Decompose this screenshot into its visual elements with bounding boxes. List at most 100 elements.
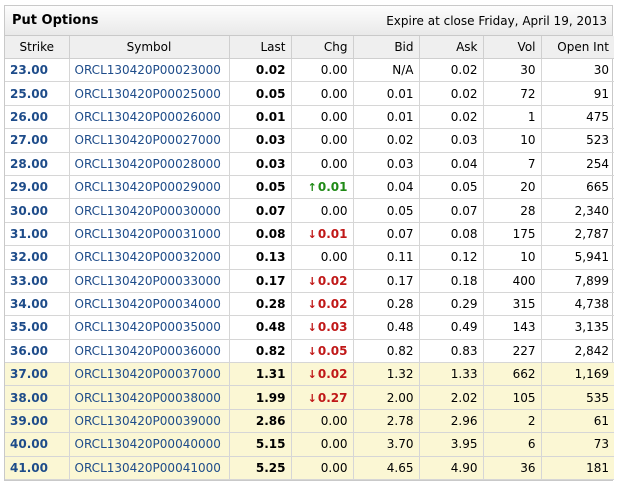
last-price: 0.13 — [228, 245, 292, 270]
symbol-link[interactable]: ORCL130420P00025000 — [68, 81, 230, 106]
open-interest: 91 — [540, 81, 614, 106]
price-change: 0.00 — [290, 57, 354, 83]
column-header-strike[interactable]: Strike — [5, 36, 70, 59]
price-change-value: 0.00 — [320, 133, 348, 148]
strike-link[interactable]: 25.00 — [5, 81, 70, 106]
strike-link[interactable]: 35.00 — [5, 315, 70, 340]
ask-price: 0.12 — [418, 245, 484, 270]
table-row: 35.00 ORCL130420P00035000 0.48 ↓0.03 0.48 0.4… — [5, 315, 614, 340]
strike-link[interactable]: 37.00 — [5, 362, 70, 387]
strike-link[interactable]: 27.00 — [5, 128, 70, 153]
symbol-link[interactable]: ORCL130420P00038000 — [68, 385, 230, 410]
strike-link[interactable]: 26.00 — [5, 104, 70, 130]
ask-price: 0.02 — [418, 81, 484, 106]
strike-link[interactable]: 40.00 — [5, 432, 70, 457]
column-header-last[interactable]: Last — [228, 36, 292, 59]
price-change: ↓0.05 — [290, 338, 354, 364]
symbol-link[interactable]: ORCL130420P00039000 — [68, 408, 230, 434]
table-row: 29.00 ORCL130420P00029000 0.05 ↑0.01 0.04 0.0… — [5, 174, 614, 200]
price-change: 0.00 — [290, 245, 354, 270]
price-change-value: 0.00 — [320, 203, 348, 218]
ask-price: 4.90 — [418, 455, 484, 481]
strike-link[interactable]: 29.00 — [5, 174, 70, 200]
ask-price: 0.05 — [418, 174, 484, 200]
column-header-chg[interactable]: Chg — [290, 36, 354, 59]
column-header-vol[interactable]: Vol — [482, 36, 542, 59]
bid-price: 0.28 — [352, 291, 420, 317]
bid-price: 0.11 — [352, 245, 420, 270]
last-price: 2.86 — [228, 408, 292, 434]
bid-price: 0.04 — [352, 174, 420, 200]
table-row: 27.00 ORCL130420P00027000 0.03 0.00 0.02 0.03… — [5, 128, 614, 153]
symbol-link[interactable]: ORCL130420P00023000 — [68, 57, 230, 83]
table-row: 28.00 ORCL130420P00028000 0.03 0.00 0.03 0.04… — [5, 151, 614, 176]
symbol-link[interactable]: ORCL130420P00041000 — [68, 455, 230, 481]
strike-link[interactable]: 34.00 — [5, 291, 70, 317]
bid-price: 0.82 — [352, 338, 420, 364]
price-change-value: 0.00 — [320, 250, 348, 265]
strike-link[interactable]: 33.00 — [5, 268, 70, 293]
column-header-open-int[interactable]: Open Int — [540, 36, 614, 59]
volume: 20 — [482, 174, 542, 200]
symbol-link[interactable]: ORCL130420P00027000 — [68, 128, 230, 153]
symbol-link[interactable]: ORCL130420P00028000 — [68, 151, 230, 176]
bid-price: 0.02 — [352, 128, 420, 153]
column-header-bid[interactable]: Bid — [352, 36, 420, 59]
last-price: 1.31 — [228, 362, 292, 387]
open-interest: 2,340 — [540, 198, 614, 223]
strike-link[interactable]: 28.00 — [5, 151, 70, 176]
strike-link[interactable]: 30.00 — [5, 198, 70, 223]
bid-price: N/A — [352, 57, 420, 83]
down-arrow-icon: ↓ — [307, 274, 317, 288]
bid-price: 1.32 — [352, 362, 420, 387]
column-header-ask[interactable]: Ask — [418, 36, 484, 59]
ask-price: 1.33 — [418, 362, 484, 387]
symbol-link[interactable]: ORCL130420P00029000 — [68, 174, 230, 200]
open-interest: 2,842 — [540, 338, 614, 364]
down-arrow-icon: ↓ — [307, 344, 317, 358]
down-arrow-icon: ↓ — [307, 368, 317, 382]
symbol-link[interactable]: ORCL130420P00034000 — [68, 291, 230, 317]
last-price: 0.01 — [228, 104, 292, 130]
symbol-link[interactable]: ORCL130420P00031000 — [68, 221, 230, 247]
column-header-symbol[interactable]: Symbol — [68, 36, 230, 59]
strike-link[interactable]: 36.00 — [5, 338, 70, 364]
symbol-link[interactable]: ORCL130420P00033000 — [68, 268, 230, 293]
price-change: ↓0.03 — [290, 315, 354, 340]
symbol-link[interactable]: ORCL130420P00032000 — [68, 245, 230, 270]
table-row: 40.00 ORCL130420P00040000 5.15 0.00 3.70 3.95… — [5, 432, 614, 457]
volume: 10 — [482, 128, 542, 153]
symbol-link[interactable]: ORCL130420P00026000 — [68, 104, 230, 130]
price-change: 0.00 — [290, 432, 354, 457]
symbol-link[interactable]: ORCL130420P00035000 — [68, 315, 230, 340]
table-row: 33.00 ORCL130420P00033000 0.17 ↓0.02 0.17 0.1… — [5, 268, 614, 293]
strike-link[interactable]: 31.00 — [5, 221, 70, 247]
last-price: 5.15 — [228, 432, 292, 457]
price-change-value: 0.00 — [320, 63, 348, 78]
expiration-date: Expire at close Friday, April 19, 2013 — [386, 13, 607, 28]
down-arrow-icon: ↓ — [307, 321, 317, 335]
open-interest: 523 — [540, 128, 614, 153]
strike-link[interactable]: 32.00 — [5, 245, 70, 270]
ask-price: 0.07 — [418, 198, 484, 223]
strike-link[interactable]: 41.00 — [5, 455, 70, 481]
volume: 1 — [482, 104, 542, 130]
price-change: ↑0.01 — [290, 174, 354, 200]
strike-link[interactable]: 39.00 — [5, 408, 70, 434]
strike-link[interactable]: 23.00 — [5, 57, 70, 83]
symbol-link[interactable]: ORCL130420P00030000 — [68, 198, 230, 223]
open-interest: 254 — [540, 151, 614, 176]
strike-link[interactable]: 38.00 — [5, 385, 70, 410]
ask-price: 0.04 — [418, 151, 484, 176]
volume: 143 — [482, 315, 542, 340]
price-change-value: 0.00 — [320, 156, 348, 171]
last-price: 0.02 — [228, 57, 292, 83]
price-change: 0.00 — [290, 455, 354, 481]
price-change-value: 0.00 — [320, 414, 348, 429]
table-row: 37.00 ORCL130420P00037000 1.31 ↓0.02 1.32 1.3… — [5, 362, 614, 387]
symbol-link[interactable]: ORCL130420P00040000 — [68, 432, 230, 457]
symbol-link[interactable]: ORCL130420P00036000 — [68, 338, 230, 364]
symbol-link[interactable]: ORCL130420P00037000 — [68, 362, 230, 387]
bid-price: 0.17 — [352, 268, 420, 293]
table-row: 39.00 ORCL130420P00039000 2.86 0.00 2.78 2.96… — [5, 408, 614, 434]
